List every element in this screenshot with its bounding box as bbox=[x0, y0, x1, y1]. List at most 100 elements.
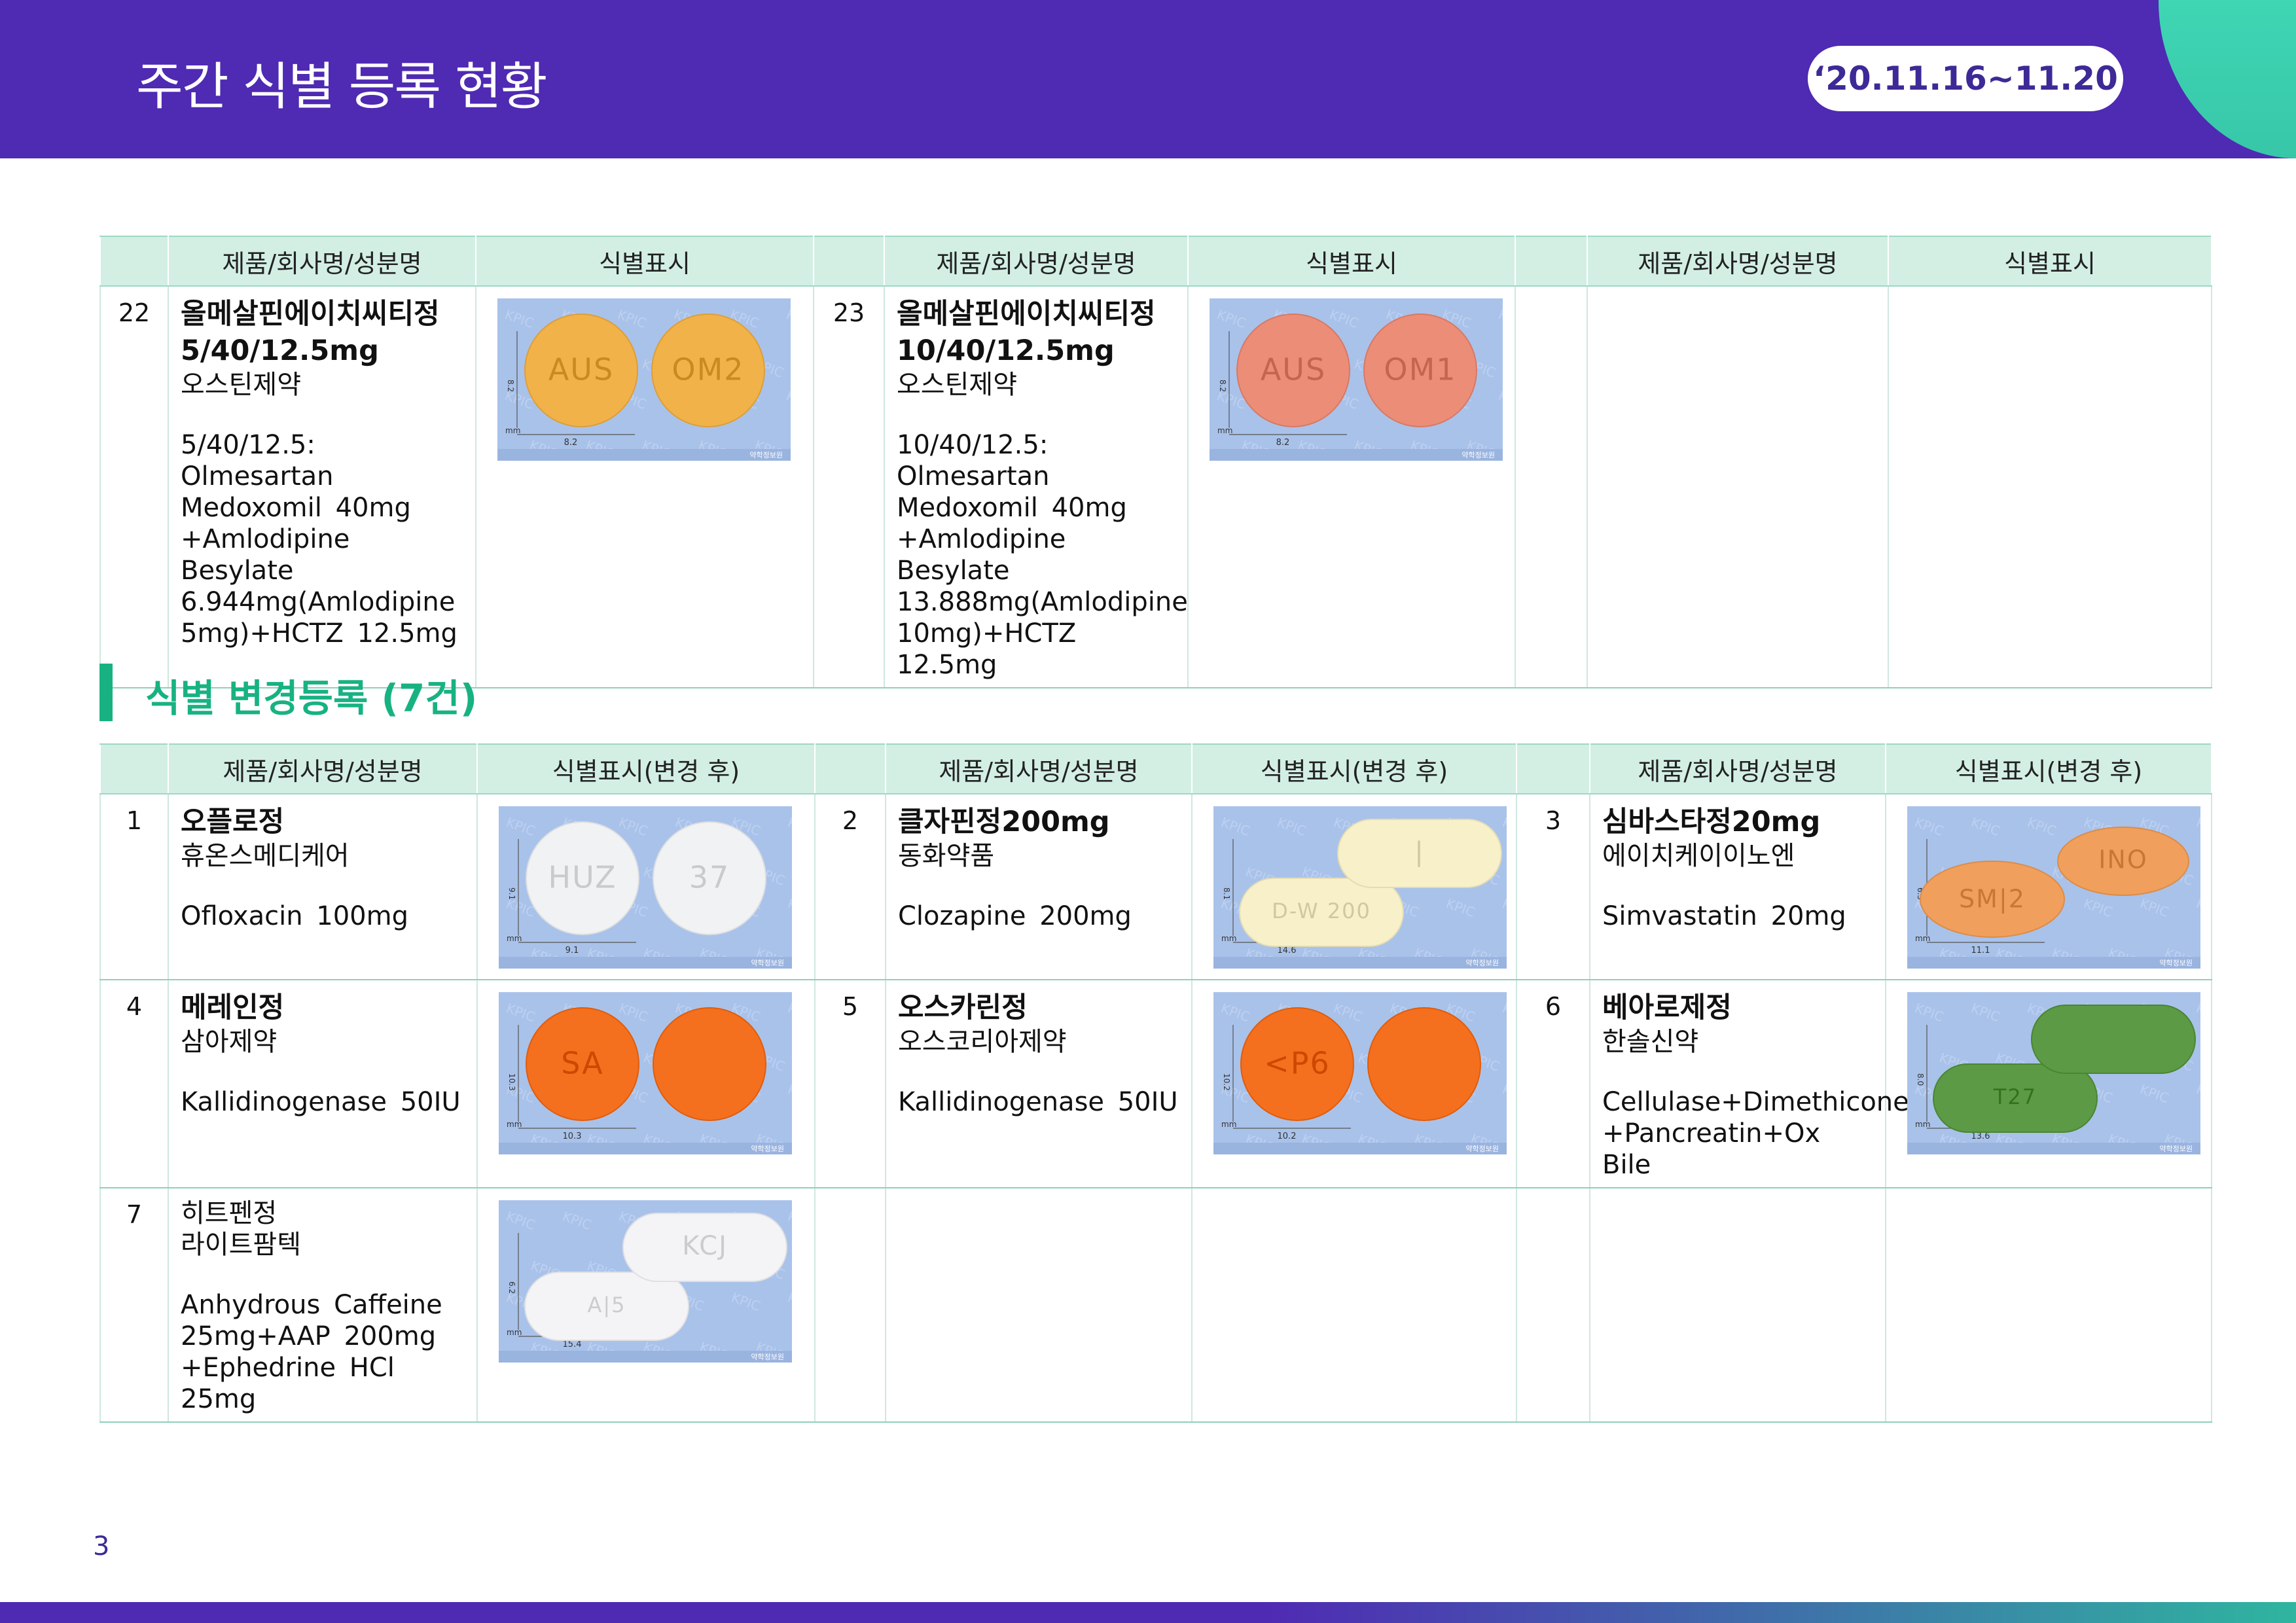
product-name: 오플로정 bbox=[181, 806, 285, 838]
pill-imprint: SA bbox=[561, 1046, 604, 1081]
company-name: 한솔신약 bbox=[1602, 1027, 1699, 1057]
pill-back bbox=[1367, 1007, 1481, 1121]
watermark-text: KPIC bbox=[785, 1289, 792, 1314]
row-number: 3 bbox=[1516, 794, 1590, 980]
pill-imprint: D-W 200 bbox=[1272, 899, 1371, 923]
company-name: 에이치케이이노엔 bbox=[1602, 841, 1795, 871]
watermark-text: KPIC bbox=[1496, 306, 1503, 331]
width-dimension-label: 15.4 bbox=[563, 1340, 582, 1349]
company-name: 삼아제약 bbox=[181, 1027, 278, 1057]
pill-photo: KPICKPICKPICKPICKPICKPICKPICKPICKPICKPIC… bbox=[1907, 814, 2200, 969]
width-dimension-label: 10.2 bbox=[1278, 1132, 1297, 1141]
pill-imprint: OM1 bbox=[1384, 352, 1456, 387]
pill-photo: KPICKPICKPICKPICKPICKPICKPICKPICKPICKPIC… bbox=[1213, 1000, 1507, 1154]
pill-image: KPIC KPIC KPIC KPIC KPIC KPIC KPIC KPIC KPIC KPIC… bbox=[499, 992, 792, 1154]
height-dimension-label: 8.0 bbox=[1916, 1073, 1925, 1086]
row-number: 22 bbox=[99, 286, 169, 688]
product-cell: 올메살핀에이치씨티정 5/40/12.5mg 오스틴제약 5/40/12.5: … bbox=[168, 286, 476, 688]
empty-cell bbox=[1587, 286, 1889, 688]
marking-cell: KPIC KPIC KPIC KPIC KPIC KPIC KPIC KPIC KPIC KPIC… bbox=[1187, 286, 1516, 688]
pill-back bbox=[653, 1007, 766, 1121]
header-product: 제품/회사명/성분명 bbox=[885, 743, 1193, 794]
watermark-text: KPIC bbox=[2138, 1081, 2171, 1106]
row-number: 6 bbox=[1516, 980, 1590, 1188]
product-cell: 클자핀정200mg 동화약품 Clozapine 200mg bbox=[885, 794, 1193, 980]
watermark-text: KPIC bbox=[560, 1208, 594, 1233]
watermark-text: KPIC bbox=[504, 1208, 537, 1233]
unit-label: mm bbox=[507, 1120, 522, 1129]
watermark-text: KPIC bbox=[1219, 814, 1252, 839]
ingredient-text: Anhydrous Caffeine 25mg+AAP 200mg +Ephed… bbox=[181, 1290, 442, 1414]
watermark-text: KPIC bbox=[617, 1000, 650, 1025]
watermark-text: KPIC bbox=[1327, 306, 1361, 331]
empty-cell bbox=[814, 1188, 886, 1423]
empty-cell bbox=[885, 1188, 1193, 1423]
header-marking: 식별표시 bbox=[1187, 236, 1516, 287]
height-dimension-label: 10.2 bbox=[1222, 1073, 1231, 1091]
watermark-text: KPIC bbox=[1496, 387, 1503, 412]
product-cell: 히트펜정 라이트팜텍 Anhydrous Caffeine 25mg+AAP 2… bbox=[168, 1188, 478, 1423]
marking-cell: KPIC KPIC KPIC KPIC KPIC KPIC KPIC KPIC KPIC KPIC… bbox=[476, 794, 816, 980]
watermark-text: KPIC bbox=[2194, 1000, 2200, 1025]
table-row: 22 올메살핀에이치씨티정 5/40/12.5mg 오스틴제약 5/40/12.… bbox=[99, 286, 2212, 688]
empty-cell bbox=[1589, 1188, 1886, 1423]
header-num bbox=[99, 236, 169, 287]
height-dimension-label: 8.2 bbox=[506, 380, 515, 392]
marking-cell: KPIC KPIC KPIC KPIC KPIC KPIC KPIC KPIC KPIC KPIC… bbox=[1885, 794, 2212, 980]
watermark-text: KPIC bbox=[503, 306, 536, 331]
watermark-text: KPIC bbox=[1215, 306, 1248, 331]
pill-imprint: T27 bbox=[1993, 1084, 2037, 1109]
header-marking: 식별표시 bbox=[1888, 236, 2212, 287]
image-credit-text: 약학정보원 bbox=[1462, 450, 1495, 459]
row-number: 5 bbox=[814, 980, 886, 1188]
product-name: 오스카린정 bbox=[898, 991, 1028, 1024]
watermark-text: KPIC bbox=[2081, 895, 2115, 920]
product-cell: 메레인정 삼아제약 Kallidinogenase 50IU bbox=[168, 980, 478, 1188]
product-cell: 심바스타정20mg 에이치케이이노엔 Simvastatin 20mg bbox=[1589, 794, 1886, 980]
pill-imprint: SM|2 bbox=[1959, 885, 2026, 914]
image-credit-text: 약학정보원 bbox=[751, 1352, 784, 1361]
watermark-text: KPIC bbox=[1219, 1000, 1252, 1025]
page-number: 3 bbox=[93, 1531, 110, 1561]
pill-photo: KPICKPICKPICKPICKPICKPICKPICKPICKPICKPIC… bbox=[1907, 1000, 2200, 1154]
watermark-text: KPIC bbox=[504, 814, 537, 839]
watermark-text: KPIC bbox=[1969, 1000, 2002, 1025]
header-product: 제품/회사명/성분명 bbox=[1587, 236, 1889, 287]
marking-cell: KPIC KPIC KPIC KPIC KPIC KPIC KPIC KPIC KPIC KPIC… bbox=[476, 980, 816, 1188]
unit-label: mm bbox=[1221, 934, 1236, 943]
product-name: 클자핀정200mg bbox=[898, 806, 1110, 838]
width-dimension-label: 9.1 bbox=[565, 946, 579, 955]
width-dimension-label: 8.2 bbox=[564, 438, 578, 448]
pill-imprint: | bbox=[1414, 837, 1424, 867]
pill-image: KPIC KPIC KPIC KPIC KPIC KPIC KPIC KPIC KPIC KPIC… bbox=[1210, 298, 1503, 461]
height-dimension-label: 8.2 bbox=[1218, 380, 1227, 392]
product-cell: 오스카린정 오스코리아제약 Kallidinogenase 50IU bbox=[885, 980, 1193, 1188]
image-credit-text: 약학정보원 bbox=[2159, 1144, 2193, 1153]
product-name: 올메살핀에이치씨티정 10/40/12.5mg bbox=[897, 298, 1156, 367]
image-credit-text: 약학정보원 bbox=[1465, 1144, 1499, 1153]
unit-label: mm bbox=[505, 426, 520, 435]
change-registration-table: 제품/회사명/성분명 식별표시(변경 후) 제품/회사명/성분명 식별표시(변경… bbox=[99, 743, 2212, 1423]
watermark-text: KPIC bbox=[1275, 814, 1308, 839]
company-name: 오스코리아제약 bbox=[898, 1027, 1067, 1057]
height-dimension-label: 10.3 bbox=[507, 1073, 516, 1091]
pill-imprint: AUS bbox=[548, 352, 614, 387]
watermark-text: KPIC bbox=[784, 306, 791, 331]
header-product: 제품/회사명/성분명 bbox=[168, 743, 478, 794]
marking-cell: KPIC KPIC KPIC KPIC KPIC KPIC KPIC KPIC KPIC KPIC… bbox=[1191, 980, 1517, 1188]
pill-imprint: <P6 bbox=[1264, 1046, 1331, 1081]
width-dimension-label: 11.1 bbox=[1971, 946, 1990, 955]
product-name: 메레인정 bbox=[181, 991, 285, 1024]
product-name: 히트펜정 bbox=[181, 1198, 278, 1228]
pill-image: KPIC KPIC KPIC KPIC KPIC KPIC KPIC KPIC KPIC KPIC… bbox=[497, 298, 791, 461]
table-row: 4 메레인정 삼아제약 Kallidinogenase 50IU KPIC KPI… bbox=[99, 980, 2212, 1188]
product-cell: 베아로제정 한솔신약 Cellulase+Dimethicone +Pancre… bbox=[1589, 980, 1909, 1188]
header-num bbox=[99, 743, 169, 794]
watermark-text: KPIC bbox=[784, 387, 791, 412]
product-name: 올메살핀에이치씨티정 5/40/12.5mg bbox=[181, 298, 440, 367]
watermark-text: KPIC bbox=[2025, 814, 2058, 839]
row-number: 7 bbox=[99, 1188, 169, 1423]
pill-photo: KPICKPICKPICKPICKPICKPICKPICKPICKPICKPIC… bbox=[499, 1000, 792, 1154]
ingredient-text: Kallidinogenase 50IU bbox=[181, 1087, 461, 1117]
ingredient-text: Cellulase+Dimethicone +Pancreatin+Ox Bil… bbox=[1602, 1087, 1909, 1180]
